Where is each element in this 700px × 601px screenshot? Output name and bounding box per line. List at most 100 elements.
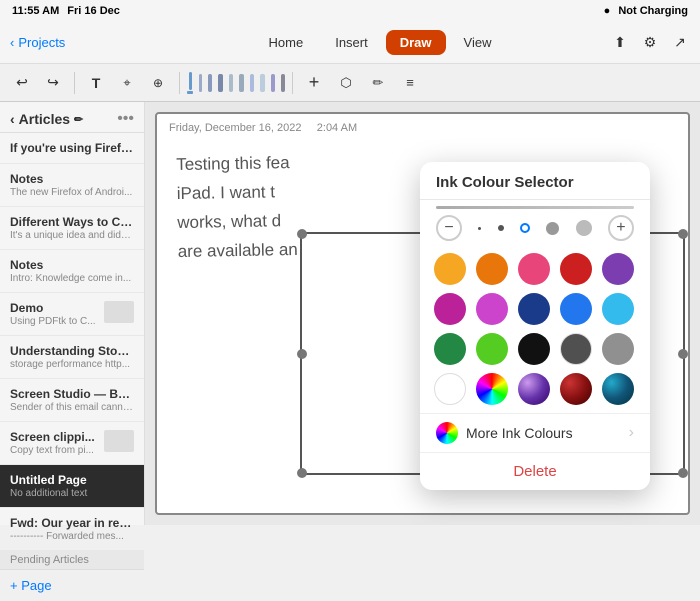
color-swatch-glitter-purple[interactable] — [518, 373, 550, 405]
pen-tool-9[interactable] — [271, 74, 275, 92]
list-item-7[interactable]: Screen clippi... Copy text from pi... — [0, 422, 144, 465]
wifi-icon: ● — [604, 5, 611, 17]
color-swatch-rainbow[interactable] — [476, 373, 508, 405]
size-dot-2[interactable] — [498, 225, 504, 231]
color-swatch-dark-gray[interactable] — [560, 333, 592, 365]
list-item-1[interactable]: Notes The new Firefox of Androi... — [0, 164, 144, 207]
more-colors-button[interactable]: More Ink Colours › — [420, 413, 650, 452]
pen-tool-6[interactable] — [239, 74, 244, 92]
list-item-5[interactable]: Understanding Stora... storage performan… — [0, 336, 144, 379]
nav-center: Home Insert Draw View — [150, 30, 610, 55]
pen-tool-1[interactable] — [187, 72, 193, 94]
sidebar-title: ‹ Articles ✏ — [10, 111, 83, 127]
list-item-3[interactable]: Notes Intro: Knowledge come in... — [0, 250, 144, 293]
list-item-8[interactable]: Untitled Page No additional text — [0, 465, 144, 508]
item-thumbnail-2 — [104, 430, 134, 452]
color-swatch-yellow[interactable] — [434, 253, 466, 285]
pen-tool-2[interactable] — [199, 74, 202, 92]
color-swatch-blue[interactable] — [560, 293, 592, 325]
pen-tool-4[interactable] — [218, 74, 223, 92]
size-decrease-button[interactable]: − — [436, 215, 462, 241]
text-tool-button[interactable]: T — [82, 69, 110, 97]
back-chevron-icon: ‹ — [10, 35, 14, 50]
color-grid — [420, 249, 650, 413]
ink-color-selector: Ink Colour Selector − + — [420, 162, 650, 490]
color-swatch-pink[interactable] — [518, 253, 550, 285]
lasso-tool-button[interactable]: ⌖ — [113, 69, 141, 97]
pen-tool-5[interactable] — [229, 74, 233, 92]
color-swatch-magenta[interactable] — [434, 293, 466, 325]
color-swatch-green[interactable] — [434, 333, 466, 365]
sidebar-more-icon[interactable]: ••• — [117, 110, 134, 128]
tab-home[interactable]: Home — [255, 30, 318, 55]
shape-tool-button[interactable]: ⬡ — [332, 69, 360, 97]
back-label: Projects — [18, 35, 65, 50]
add-page-button[interactable]: + Page — [0, 569, 144, 601]
color-swatch-navy[interactable] — [518, 293, 550, 325]
markup-button[interactable]: ✏ — [364, 69, 392, 97]
size-dot-3[interactable] — [520, 223, 530, 233]
color-swatch-orange[interactable] — [476, 253, 508, 285]
toolbar-separator-1 — [74, 72, 75, 94]
list-item-2[interactable]: Different Ways to Capt... It's a unique … — [0, 207, 144, 250]
sidebar: ‹ Articles ✏ ••• If you're using Firefox… — [0, 102, 145, 525]
transform-tool-button[interactable]: ⊕ — [144, 69, 172, 97]
time: 11:55 AM — [12, 5, 59, 17]
size-row: − + — [420, 209, 650, 249]
pen-tool-3[interactable] — [208, 74, 212, 92]
list-item-4[interactable]: Demo Using PDFtk to C... — [0, 293, 144, 336]
add-button[interactable]: + — [300, 69, 328, 97]
share-icon[interactable]: ⬆ — [610, 29, 630, 57]
color-wheel-icon — [436, 422, 458, 444]
color-swatch-violet[interactable] — [476, 293, 508, 325]
toolbar-history: ↩ ↪ — [8, 69, 67, 97]
back-button[interactable]: ‹ Projects — [10, 35, 65, 50]
pen-tool-8[interactable] — [260, 74, 265, 92]
nav-right: ⬆ ⚙ ↗ — [610, 29, 690, 57]
color-swatch-glitter-red[interactable] — [560, 373, 592, 405]
tab-insert[interactable]: Insert — [321, 30, 382, 55]
list-item-6[interactable]: Screen Studio — Be... Sender of this ema… — [0, 379, 144, 422]
nav-left: ‹ Projects — [10, 35, 150, 50]
tab-view[interactable]: View — [450, 30, 506, 55]
undo-button[interactable]: ↩ — [8, 69, 36, 97]
handwriting-text: Testing this fea iPad. I want t works, w… — [176, 149, 298, 267]
back-sidebar-icon[interactable]: ‹ — [10, 111, 15, 127]
list-item-0[interactable]: If you're using Firefox for And... — [0, 133, 144, 164]
color-swatch-purple[interactable] — [602, 253, 634, 285]
color-swatch-red[interactable] — [560, 253, 592, 285]
add-page-label: + Page — [10, 578, 52, 593]
size-dot-5[interactable] — [576, 220, 592, 236]
status-bar: 11:55 AM Fri 16 Dec ● Not Charging — [0, 0, 700, 22]
status-left: 11:55 AM Fri 16 Dec — [12, 5, 120, 17]
toolbar-separator-2 — [179, 72, 180, 94]
item-thumbnail — [104, 301, 134, 323]
color-swatch-lime[interactable] — [476, 333, 508, 365]
settings-icon[interactable]: ⚙ — [640, 29, 660, 57]
day: Fri 16 Dec — [67, 5, 120, 17]
page-date: Friday, December 16, 2022 2:04 AM — [157, 114, 688, 142]
list-item-9[interactable]: Fwd: Our year in revi... ---------- Forw… — [0, 508, 144, 551]
export-icon[interactable]: ↗ — [670, 29, 690, 57]
more-label: More Ink Colours — [436, 422, 573, 444]
color-swatch-gray[interactable] — [602, 333, 634, 365]
toolbar-tools: T ⌖ ⊕ — [82, 69, 172, 97]
pen-tool-7[interactable] — [250, 74, 254, 92]
redo-button[interactable]: ↪ — [39, 69, 67, 97]
color-swatch-black[interactable] — [518, 333, 550, 365]
delete-button[interactable]: Delete — [420, 452, 650, 490]
size-dot-1[interactable] — [478, 227, 481, 230]
color-swatch-teal-galaxy[interactable] — [602, 373, 634, 405]
size-dot-4[interactable] — [546, 222, 559, 235]
nav-bar: ‹ Projects Home Insert Draw View ⬆ ⚙ ↗ — [0, 22, 700, 64]
tab-draw[interactable]: Draw — [386, 30, 446, 55]
color-swatch-white[interactable] — [434, 373, 466, 405]
pen-tool-10[interactable] — [281, 74, 285, 92]
size-increase-button[interactable]: + — [608, 215, 634, 241]
chevron-right-icon: › — [629, 424, 634, 442]
battery-status: Not Charging — [618, 5, 688, 17]
more-button[interactable]: ≡ — [396, 69, 424, 97]
sidebar-header: ‹ Articles ✏ ••• — [0, 102, 144, 133]
color-swatch-cyan[interactable] — [602, 293, 634, 325]
pencil-icon: ✏ — [74, 113, 83, 126]
